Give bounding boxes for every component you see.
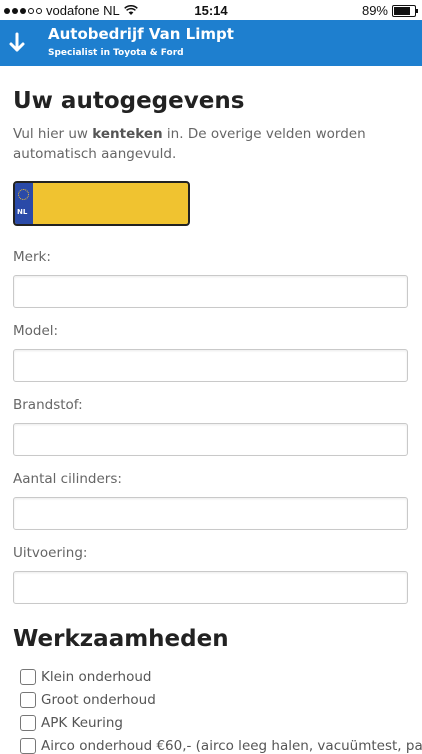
model-label: Model: (13, 323, 59, 339)
status-bar: vodafone NL 15:14 89% (0, 0, 422, 20)
app-header: Autobedrijf Van Limpt Specialist in Toyo… (0, 20, 422, 66)
cilinders-field[interactable] (13, 497, 408, 530)
option-label: Groot onderhoud (41, 692, 156, 708)
battery-percentage: 89% (361, 3, 388, 18)
checkbox[interactable] (20, 715, 36, 731)
clock: 15:14 (194, 3, 228, 18)
merk-label: Merk: (13, 249, 51, 265)
checkbox[interactable] (20, 692, 36, 708)
merk-field[interactable] (13, 275, 408, 308)
option-label: Klein onderhoud (41, 669, 152, 685)
option-klein-onderhoud[interactable]: Klein onderhoud (20, 669, 151, 685)
option-label: Airco onderhoud €60,- (airco leeg halen,… (41, 738, 422, 754)
uitvoering-label: Uitvoering: (13, 545, 88, 561)
app-title: Autobedrijf Van Limpt (48, 25, 234, 43)
intro-text-bold: kenteken (92, 126, 163, 142)
model-field[interactable] (13, 349, 408, 382)
checkbox[interactable] (20, 669, 36, 685)
plate-country-code: NL (17, 208, 28, 216)
intro-text-start: Vul hier uw (13, 126, 93, 142)
battery-icon (392, 4, 418, 17)
option-apk-keuring[interactable]: APK Keuring (20, 715, 123, 731)
intro-text: Vul hier uw kenteken in. De overige veld… (13, 124, 403, 164)
license-plate-input[interactable]: NL (13, 181, 190, 226)
work-section-heading: Werkzaamheden (13, 626, 229, 652)
cilinders-label: Aantal cilinders: (13, 471, 122, 487)
uitvoering-field[interactable] (13, 571, 408, 604)
option-airco-onderhoud[interactable]: Airco onderhoud €60,- (airco leeg halen,… (20, 738, 422, 754)
battery-area: 89% (361, 3, 418, 18)
eu-flag-icon: NL (15, 183, 33, 224)
option-groot-onderhoud[interactable]: Groot onderhoud (20, 692, 156, 708)
brandstof-field[interactable] (13, 423, 408, 456)
app-subtitle: Specialist in Toyota & Ford (48, 48, 184, 58)
arrow-down-icon[interactable] (8, 32, 26, 54)
vehicle-section-heading: Uw autogegevens (13, 88, 245, 114)
checkbox[interactable] (20, 738, 36, 754)
option-label: APK Keuring (41, 715, 123, 731)
brandstof-label: Brandstof: (13, 397, 83, 413)
